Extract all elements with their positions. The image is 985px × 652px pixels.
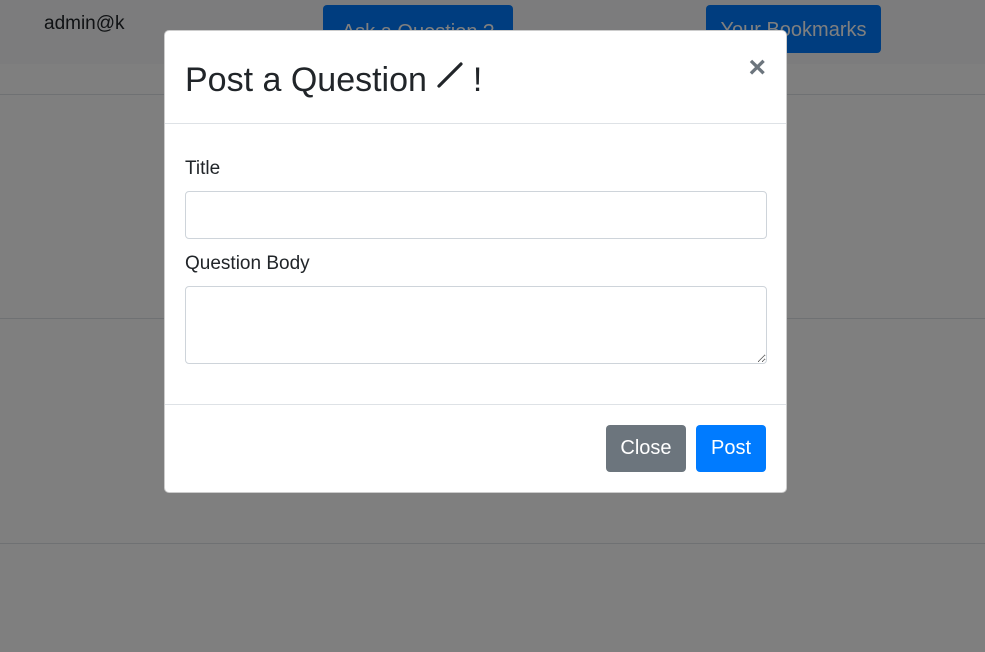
- pencil-icon: [433, 58, 467, 92]
- modal-title: Post a Question!: [185, 58, 482, 100]
- modal-title-text: Post a Question: [185, 61, 427, 99]
- close-icon[interactable]: ×: [748, 53, 766, 83]
- title-label: Title: [185, 158, 221, 179]
- title-input[interactable]: [185, 191, 767, 239]
- close-button[interactable]: Close: [606, 425, 686, 472]
- question-body-textarea[interactable]: [185, 286, 767, 364]
- question-body-label: Question Body: [185, 253, 310, 274]
- modal-header: Post a Question! ×: [165, 31, 786, 124]
- post-button[interactable]: Post: [696, 425, 766, 472]
- modal-footer: Close Post: [165, 404, 786, 492]
- post-question-modal: Post a Question! × Title Question Body C…: [164, 30, 787, 493]
- modal-title-suffix: !: [472, 61, 483, 99]
